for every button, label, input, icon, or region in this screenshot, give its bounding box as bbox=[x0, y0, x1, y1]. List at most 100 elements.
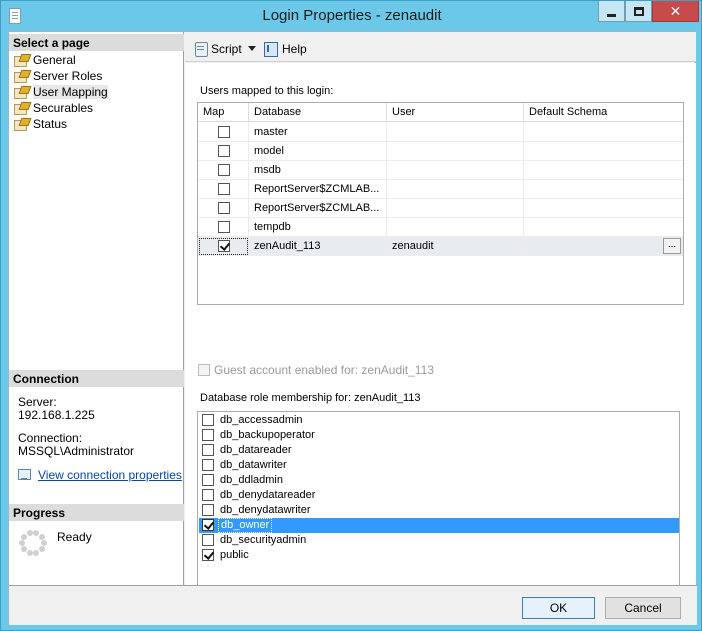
default-schema-cell[interactable] bbox=[524, 123, 683, 142]
user-cell[interactable]: zenaudit bbox=[387, 237, 524, 256]
table-row[interactable]: ReportServer$ZCMLAB... bbox=[198, 199, 683, 218]
database-cell[interactable]: zenAudit_113 bbox=[249, 237, 387, 256]
role-checkbox[interactable] bbox=[202, 414, 214, 426]
role-membership-list[interactable]: db_accessadmin db_backupoperator db_datare… bbox=[197, 411, 680, 605]
column-header-map[interactable]: Map bbox=[198, 103, 249, 122]
role-item-db-ddladmin[interactable]: db_ddladmin bbox=[199, 473, 679, 488]
progress-header: Progress bbox=[9, 504, 184, 521]
view-connection-properties-link[interactable]: View connection properties bbox=[38, 468, 182, 482]
role-item-db-securityadmin[interactable]: db_securityadmin bbox=[199, 533, 679, 548]
page-item-server-roles[interactable]: Server Roles bbox=[13, 68, 108, 84]
guest-account-label: Guest account enabled for: zenAudit_113 bbox=[214, 363, 434, 377]
database-cell[interactable]: master bbox=[249, 123, 387, 142]
user-mapping-grid[interactable]: Map Database User Default Schema master m… bbox=[197, 102, 684, 305]
minimize-button[interactable] bbox=[598, 1, 625, 22]
default-schema-cell[interactable] bbox=[524, 199, 683, 218]
map-cell[interactable] bbox=[198, 123, 249, 142]
user-cell[interactable] bbox=[387, 142, 524, 161]
focus-rect bbox=[199, 238, 248, 255]
dialog-client: Select a page General Server Roles User Ma… bbox=[8, 31, 697, 625]
title-bar[interactable]: Login Properties - zenaudit ✕ bbox=[1, 1, 701, 31]
map-checkbox[interactable] bbox=[218, 202, 230, 214]
page-icon bbox=[14, 86, 29, 99]
role-checkbox[interactable] bbox=[202, 534, 214, 546]
script-button[interactable]: Script bbox=[193, 40, 256, 58]
user-cell[interactable] bbox=[387, 218, 524, 237]
role-checkbox[interactable] bbox=[202, 549, 214, 561]
database-cell[interactable]: msdb bbox=[249, 161, 387, 180]
table-row[interactable]: zenAudit_113 zenaudit... bbox=[198, 237, 683, 256]
default-schema-cell[interactable] bbox=[524, 180, 683, 199]
map-cell[interactable] bbox=[198, 218, 249, 237]
role-membership-label: Database role membership for: zenAudit_1… bbox=[200, 392, 421, 404]
spinner-dot bbox=[33, 550, 40, 557]
role-item-db-denydatareader[interactable]: db_denydatareader bbox=[199, 488, 679, 503]
default-schema-cell[interactable] bbox=[524, 161, 683, 180]
role-checkbox[interactable] bbox=[202, 474, 214, 486]
database-cell[interactable]: ReportServer$ZCMLAB... bbox=[249, 199, 387, 218]
table-row[interactable]: master bbox=[198, 123, 683, 142]
role-checkbox[interactable] bbox=[202, 519, 214, 531]
role-checkbox[interactable] bbox=[202, 504, 214, 516]
users-mapped-label: Users mapped to this login: bbox=[200, 85, 334, 97]
table-row[interactable]: ReportServer$ZCMLAB... bbox=[198, 180, 683, 199]
map-cell[interactable] bbox=[198, 199, 249, 218]
column-header-default-schema[interactable]: Default Schema bbox=[524, 103, 683, 122]
view-connection-row[interactable]: View connection properties bbox=[18, 468, 182, 482]
map-checkbox[interactable] bbox=[218, 221, 230, 233]
spinner-dot bbox=[26, 529, 33, 536]
close-button[interactable]: ✕ bbox=[652, 1, 699, 22]
role-item-db-owner[interactable]: db_owner bbox=[199, 518, 679, 533]
column-header-user[interactable]: User bbox=[387, 103, 524, 122]
page-item-securables[interactable]: Securables bbox=[13, 100, 108, 116]
default-schema-cell[interactable] bbox=[524, 237, 683, 256]
role-item-db-datareader[interactable]: db_datareader bbox=[199, 443, 679, 458]
map-cell[interactable] bbox=[198, 180, 249, 199]
default-schema-cell[interactable] bbox=[524, 142, 683, 161]
table-row[interactable]: model bbox=[198, 142, 683, 161]
guest-account-row: Guest account enabled for: zenAudit_113 bbox=[198, 363, 434, 377]
role-item-public[interactable]: public bbox=[199, 548, 679, 563]
ok-button[interactable]: OK bbox=[522, 597, 595, 619]
help-button[interactable]: Help bbox=[263, 40, 307, 58]
user-cell[interactable] bbox=[387, 199, 524, 218]
user-cell[interactable] bbox=[387, 123, 524, 142]
map-checkbox[interactable] bbox=[218, 126, 230, 138]
page-item-general[interactable]: General bbox=[13, 52, 108, 68]
default-schema-cell[interactable] bbox=[524, 218, 683, 237]
role-item-db-backupoperator[interactable]: db_backupoperator bbox=[199, 428, 679, 443]
role-item-db-datawriter[interactable]: db_datawriter bbox=[199, 458, 679, 473]
column-header-database[interactable]: Database bbox=[249, 103, 387, 122]
chevron-down-icon[interactable] bbox=[247, 46, 256, 51]
page-list: General Server Roles User Mapping Securable… bbox=[13, 52, 108, 132]
role-item-db-denydatawriter[interactable]: db_denydatawriter bbox=[199, 503, 679, 518]
database-cell[interactable]: ReportServer$ZCMLAB... bbox=[249, 180, 387, 199]
role-name: db_backupoperator bbox=[220, 429, 315, 441]
user-cell[interactable] bbox=[387, 161, 524, 180]
spinner-dot bbox=[38, 533, 45, 540]
map-checkbox[interactable] bbox=[218, 145, 230, 157]
maximize-button[interactable] bbox=[625, 1, 652, 22]
user-cell[interactable] bbox=[387, 180, 524, 199]
table-row[interactable]: tempdb bbox=[198, 218, 683, 237]
database-cell[interactable]: tempdb bbox=[249, 218, 387, 237]
role-checkbox[interactable] bbox=[202, 444, 214, 456]
script-label: Script bbox=[211, 42, 242, 56]
database-cell[interactable]: model bbox=[249, 142, 387, 161]
table-row[interactable]: msdb bbox=[198, 161, 683, 180]
role-item-db-accessadmin[interactable]: db_accessadmin bbox=[199, 413, 679, 428]
map-cell[interactable] bbox=[198, 161, 249, 180]
map-cell[interactable] bbox=[198, 142, 249, 161]
page-item-status[interactable]: Status bbox=[13, 116, 108, 132]
role-name: db_securityadmin bbox=[220, 534, 307, 546]
cancel-button[interactable]: Cancel bbox=[605, 597, 681, 619]
role-checkbox[interactable] bbox=[202, 429, 214, 441]
role-checkbox[interactable] bbox=[202, 489, 214, 501]
map-cell[interactable] bbox=[198, 237, 249, 256]
page-item-user-mapping[interactable]: User Mapping bbox=[13, 84, 108, 100]
role-name: db_denydatareader bbox=[220, 489, 316, 501]
role-checkbox[interactable] bbox=[202, 459, 214, 471]
map-checkbox[interactable] bbox=[218, 164, 230, 176]
browse-schema-button[interactable]: ... bbox=[663, 238, 681, 254]
map-checkbox[interactable] bbox=[218, 183, 230, 195]
